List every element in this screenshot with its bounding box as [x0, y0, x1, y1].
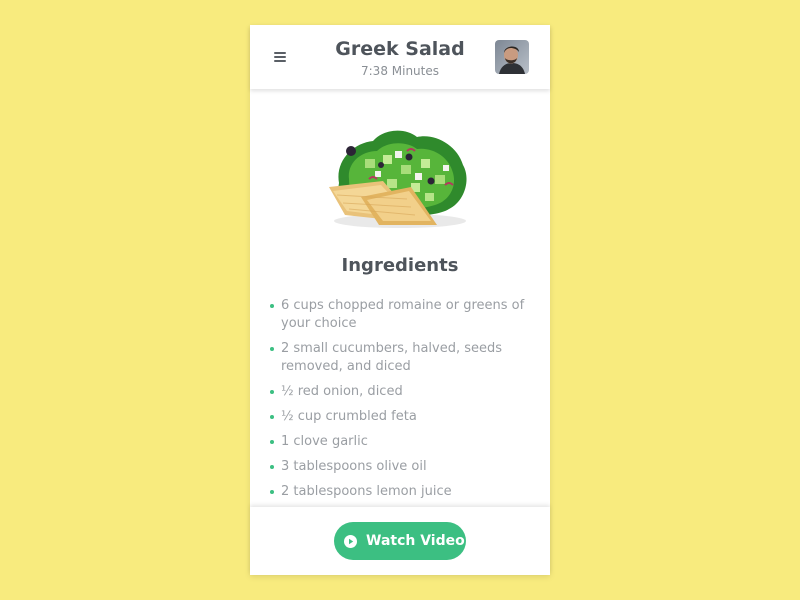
ingredients-list: 6 cups chopped romaine or greens of your… [270, 297, 532, 508]
recipe-card: Greek Salad 7:38 Minutes Ingredients 6 c… [250, 25, 550, 575]
ingredient-item: 6 cups chopped romaine or greens of your… [270, 297, 532, 333]
play-circle-icon [344, 535, 357, 548]
bullet-icon [270, 415, 274, 419]
recipe-duration: 7:38 Minutes [361, 64, 439, 78]
app-header: Greek Salad 7:38 Minutes [250, 25, 550, 89]
ingredient-item: 2 tablespoons lemon juice [270, 483, 532, 501]
ingredients-heading: Ingredients [341, 255, 459, 276]
bullet-icon [270, 490, 274, 494]
watch-video-button[interactable]: Watch Video [334, 522, 466, 560]
ingredient-item: 3 tablespoons olive oil [270, 458, 532, 476]
ingredient-item: 1 clove garlic [270, 433, 532, 451]
footer-bar: Watch Video [250, 507, 550, 575]
user-avatar[interactable] [495, 40, 529, 74]
bullet-icon [270, 440, 274, 444]
ingredient-item: ½ cup crumbled feta [270, 408, 532, 426]
bullet-icon [270, 347, 274, 351]
watch-video-label: Watch Video [366, 533, 465, 549]
bullet-icon [270, 304, 274, 308]
hamburger-menu-icon[interactable] [270, 47, 290, 67]
bullet-icon [270, 390, 274, 394]
ingredient-item: 2 small cucumbers, halved, seeds removed… [270, 340, 532, 376]
ingredient-item: ½ red onion, diced [270, 383, 532, 401]
greek-salad-image [325, 121, 475, 233]
recipe-title: Greek Salad [335, 38, 465, 60]
bullet-icon [270, 465, 274, 469]
